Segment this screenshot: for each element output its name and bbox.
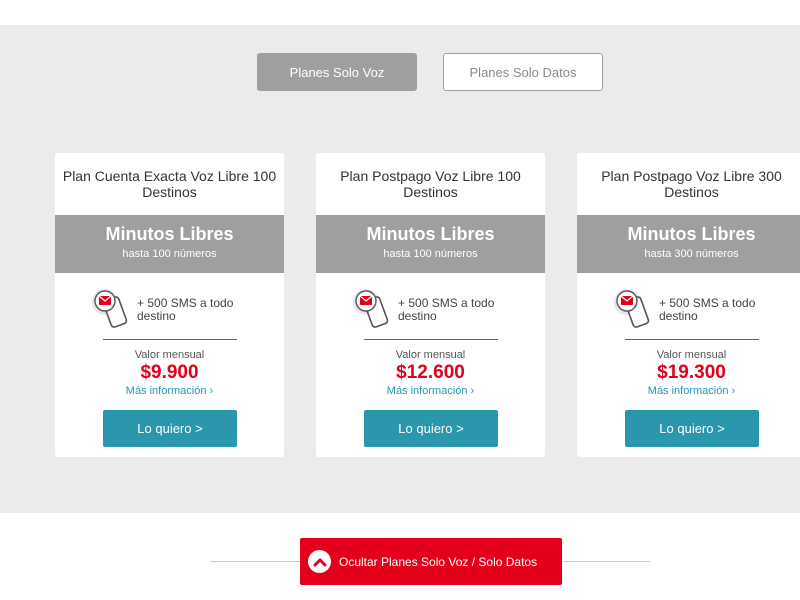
price-label: Valor mensual (395, 349, 466, 361)
plan-card: Plan Postpago Voz Libre 300 Destinos Min… (577, 153, 800, 457)
minutes-title: Minutos Libres (366, 224, 495, 244)
sms-phone-icon (353, 289, 389, 328)
sms-benefit: + 500 SMS a todo destino (137, 296, 234, 323)
more-info-link[interactable]: Más información › (55, 385, 284, 397)
want-button[interactable]: Lo quiero > (625, 410, 759, 447)
want-button[interactable]: Lo quiero > (103, 410, 237, 447)
divider-left (210, 561, 300, 562)
plan-card: Plan Postpago Voz Libre 100 Destinos Min… (316, 153, 545, 457)
sms-benefit: + 500 SMS a todo destino (398, 296, 495, 323)
minutes-title: Minutos Libres (627, 224, 756, 244)
minutes-band: Minutos Libres hasta 300 números (577, 215, 800, 273)
price: $19.300 (657, 362, 726, 383)
sms-benefit: + 500 SMS a todo destino (659, 296, 756, 323)
minutes-subtitle: hasta 300 números (644, 248, 739, 260)
sms-phone-icon (92, 289, 128, 328)
tab-voice-only[interactable]: Planes Solo Voz (257, 53, 417, 91)
hide-plans-label: Ocultar Planes Solo Voz / Solo Datos (339, 554, 538, 569)
plan-card: Plan Cuenta Exacta Voz Libre 100 Destino… (55, 153, 284, 457)
tab-data-only[interactable]: Planes Solo Datos (443, 53, 603, 91)
minutes-subtitle: hasta 100 números (383, 248, 478, 260)
top-strip (0, 0, 800, 25)
want-button[interactable]: Lo quiero > (364, 410, 498, 447)
price-label: Valor mensual (656, 349, 727, 361)
chevron-up-icon (308, 550, 331, 573)
more-info-link[interactable]: Más información › (577, 385, 800, 397)
minutes-title: Minutos Libres (105, 224, 234, 244)
minutes-band: Minutos Libres hasta 100 números (55, 215, 284, 273)
price-label: Valor mensual (134, 349, 205, 361)
more-info-link[interactable]: Más información › (316, 385, 545, 397)
divider (364, 339, 498, 340)
sms-phone-icon (614, 289, 650, 328)
price: $12.600 (396, 362, 465, 383)
plan-title: Plan Postpago Voz Libre 300 Destinos (601, 168, 782, 200)
hide-plans-button[interactable]: Ocultar Planes Solo Voz / Solo Datos (300, 538, 562, 585)
divider-right (562, 561, 650, 562)
minutes-band: Minutos Libres hasta 100 números (316, 215, 545, 273)
divider (625, 339, 759, 340)
plan-title: Plan Postpago Voz Libre 100 Destinos (340, 168, 521, 200)
divider (103, 339, 237, 340)
plan-title: Plan Cuenta Exacta Voz Libre 100 Destino… (62, 168, 277, 200)
minutes-subtitle: hasta 100 números (122, 248, 217, 260)
price: $9.900 (140, 362, 199, 383)
